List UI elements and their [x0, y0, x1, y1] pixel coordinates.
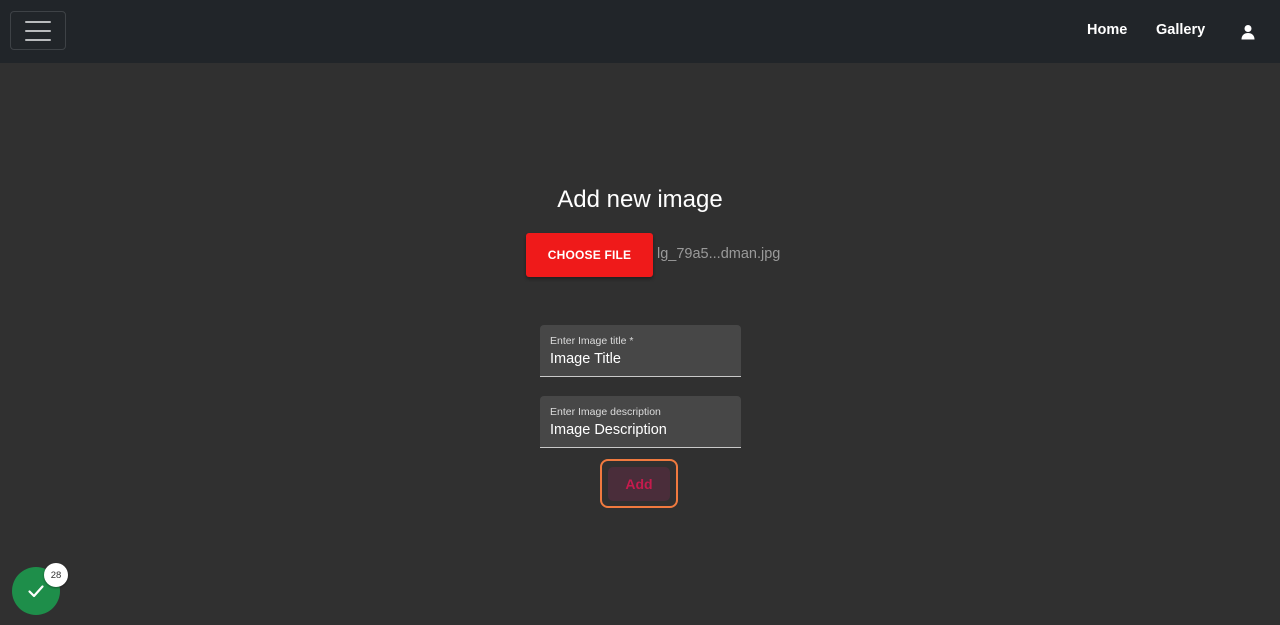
navbar: Home Gallery [0, 0, 1280, 63]
navbar-toggler-button[interactable] [10, 11, 66, 50]
add-button[interactable]: Add [600, 459, 678, 508]
nav-link-gallery[interactable]: Gallery [1156, 22, 1205, 38]
image-description-label: Enter Image description [550, 406, 661, 418]
hamburger-icon-line [25, 38, 51, 41]
user-icon[interactable] [1240, 24, 1256, 40]
nav-link-home[interactable]: Home [1087, 22, 1127, 38]
status-badge-count: 28 [44, 563, 68, 587]
image-description-input[interactable] [550, 420, 730, 440]
choose-file-button[interactable]: CHOOSE FILE [526, 233, 653, 277]
hamburger-icon-line [25, 20, 51, 23]
image-title-field[interactable]: Enter Image title * [540, 325, 741, 377]
add-button-label: Add [608, 466, 670, 501]
image-description-field[interactable]: Enter Image description [540, 396, 741, 448]
check-icon [28, 585, 44, 598]
page-title: Add new image [557, 186, 723, 213]
image-title-input[interactable] [550, 349, 730, 369]
image-title-label: Enter Image title * [550, 335, 634, 347]
selected-file-name: lg_79a5...dman.jpg [657, 246, 781, 262]
hamburger-icon-line [25, 29, 51, 32]
